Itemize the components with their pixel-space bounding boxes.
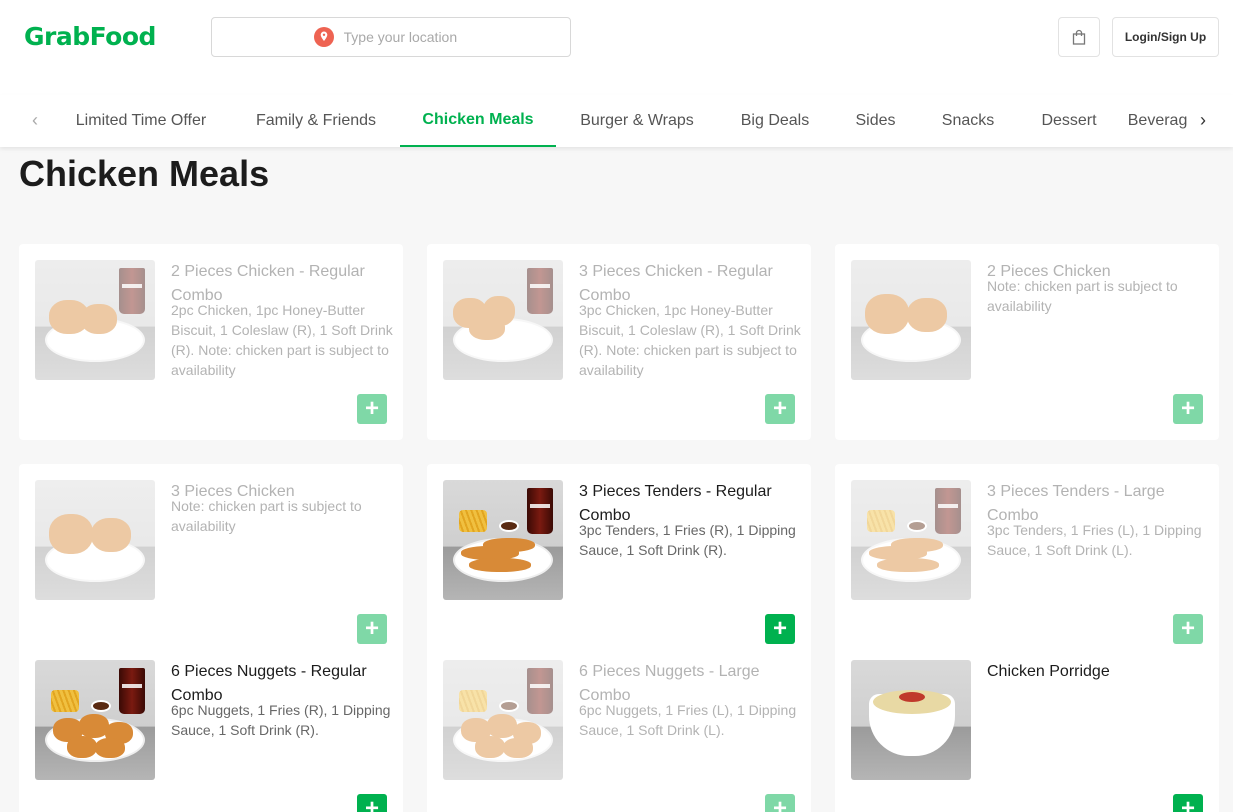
plus-icon: + (1180, 615, 1195, 642)
add-item-button[interactable]: + (765, 794, 795, 812)
add-item-button[interactable]: + (357, 394, 387, 424)
menu-item-card[interactable]: 3 Pieces Tenders - Large Combo 3pc Tender… (835, 464, 1219, 660)
tab-big-deals[interactable]: Big Deals (718, 95, 832, 147)
plus-icon: + (772, 395, 787, 422)
menu-item-image (35, 260, 155, 380)
menu-item-description: Note: chicken part is subject to availab… (987, 278, 1178, 314)
add-item-button[interactable]: + (765, 394, 795, 424)
plus-icon: + (772, 615, 787, 642)
plus-icon: + (1180, 395, 1195, 422)
tab-limited-time-offer[interactable]: Limited Time Offer (51, 95, 231, 147)
menu-item-description: 3pc Tenders, 1 Fries (R), 1 Dipping Sauc… (579, 522, 796, 558)
menu-item-description: 6pc Nuggets, 1 Fries (R), 1 Dipping Sauc… (171, 702, 391, 738)
location-search[interactable] (211, 17, 571, 57)
menu-item-card[interactable]: 2 Pieces Chicken Note: chicken part is su… (835, 244, 1219, 440)
plus-icon: + (772, 795, 787, 812)
menu-item-image (851, 260, 971, 380)
menu-item-card[interactable]: Chicken Porridge + (835, 644, 1219, 812)
shopping-bag-icon (1072, 29, 1086, 45)
tab-chicken-meals[interactable]: Chicken Meals (400, 95, 556, 147)
tab-beverages[interactable]: Beverages (1121, 95, 1187, 147)
location-input[interactable] (343, 29, 469, 45)
menu-item-description: 6pc Nuggets, 1 Fries (L), 1 Dipping Sauc… (579, 702, 797, 738)
menu-item-image (851, 480, 971, 600)
cart-button[interactable] (1058, 17, 1100, 57)
menu-item-card[interactable]: 6 Pieces Nuggets - Regular Combo 6pc Nugg… (19, 644, 403, 812)
login-signup-button[interactable]: Login/Sign Up (1112, 17, 1219, 57)
chevron-left-icon[interactable]: ‹ (24, 109, 46, 131)
plus-icon: + (364, 615, 379, 642)
location-pin-icon (313, 27, 334, 47)
menu-item-description: 3pc Chicken, 1pc Honey-Butter Biscuit, 1… (579, 302, 801, 378)
menu-item-image (443, 480, 563, 600)
section-title: Chicken Meals (19, 153, 270, 194)
category-bar: ‹ Limited Time Offer Family & Friends Chic… (0, 95, 1233, 147)
menu-item-image (35, 480, 155, 600)
tab-snacks[interactable]: Snacks (919, 95, 1017, 147)
add-item-button[interactable]: + (357, 614, 387, 644)
add-item-button[interactable]: + (1173, 794, 1203, 812)
plus-icon: + (1180, 795, 1195, 812)
menu-item-card[interactable]: 3 Pieces Tenders - Regular Combo 3pc Tend… (427, 464, 811, 660)
menu-item-card[interactable]: 3 Pieces Chicken Note: chicken part is su… (19, 464, 403, 660)
add-item-button[interactable]: + (357, 794, 387, 812)
plus-icon: + (364, 395, 379, 422)
menu-item-card[interactable]: 3 Pieces Chicken - Regular Combo 3pc Chic… (427, 244, 811, 440)
chevron-right-icon[interactable]: › (1192, 109, 1214, 131)
menu-item-card[interactable]: 6 Pieces Nuggets - Large Combo 6pc Nugget… (427, 644, 811, 812)
menu-item-image (443, 660, 563, 780)
menu-item-description: 2pc Chicken, 1pc Honey-Butter Biscuit, 1… (171, 302, 393, 378)
top-header: GrabFood Login/Sign Up (0, 0, 1233, 95)
tab-burger-wraps[interactable]: Burger & Wraps (556, 95, 718, 147)
tab-dessert[interactable]: Dessert (1017, 95, 1121, 147)
menu-item-image (35, 660, 155, 780)
menu-item-description: 3pc Tenders, 1 Fries (L), 1 Dipping Sauc… (987, 522, 1202, 558)
plus-icon: + (364, 795, 379, 812)
tab-sides[interactable]: Sides (832, 95, 919, 147)
menu-item-card[interactable]: 2 Pieces Chicken - Regular Combo 2pc Chic… (19, 244, 403, 440)
menu-item-image (443, 260, 563, 380)
tab-family-friends[interactable]: Family & Friends (231, 95, 401, 147)
grabfood-logo[interactable]: GrabFood (24, 22, 156, 51)
menu-item-description: Note: chicken part is subject to availab… (171, 498, 362, 534)
add-item-button[interactable]: + (1173, 614, 1203, 644)
menu-item-name: Chicken Porridge (987, 663, 1110, 680)
category-tabs: Limited Time Offer Family & Friends Chicke… (51, 95, 1187, 147)
add-item-button[interactable]: + (765, 614, 795, 644)
menu-item-image (851, 660, 971, 780)
add-item-button[interactable]: + (1173, 394, 1203, 424)
